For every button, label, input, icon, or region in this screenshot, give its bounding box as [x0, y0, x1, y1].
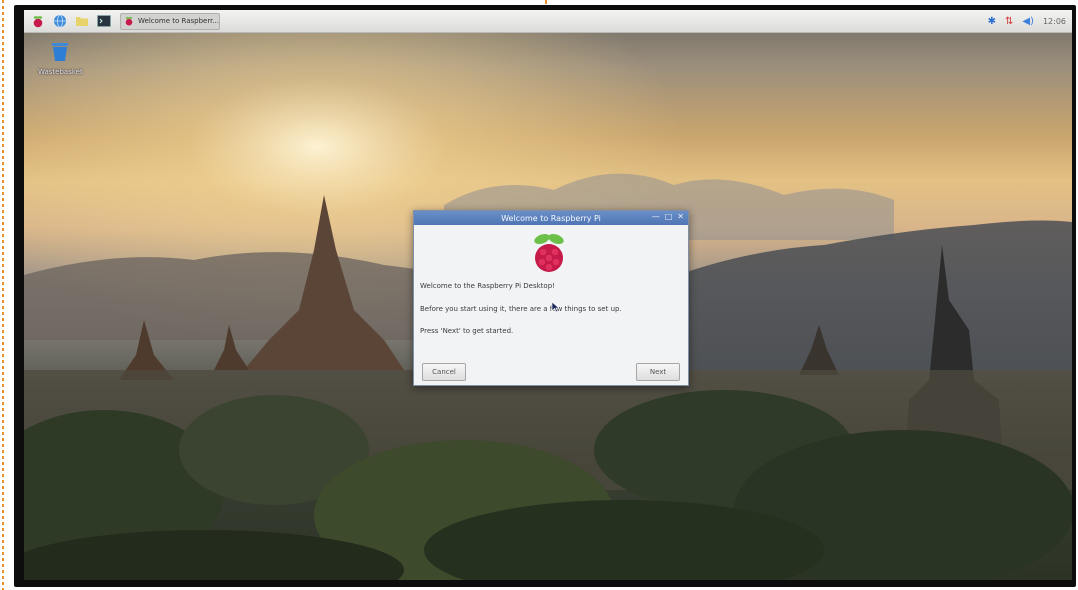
close-icon[interactable]: ✕: [677, 212, 684, 221]
network-icon[interactable]: ⇅: [1005, 16, 1013, 27]
raspberry-menu-icon[interactable]: [30, 13, 46, 29]
web-browser-icon[interactable]: [52, 13, 68, 29]
bluetooth-icon[interactable]: ✱: [988, 16, 996, 27]
frame-guide-top: [545, 0, 547, 4]
raspberry-pi-logo-icon: [534, 233, 564, 272]
clock[interactable]: 12:06: [1043, 17, 1066, 26]
taskbar-task-welcome[interactable]: Welcome to Raspberr...: [120, 12, 220, 30]
next-button[interactable]: Next: [636, 363, 680, 381]
volume-icon[interactable]: ◀): [1022, 16, 1034, 27]
cancel-button[interactable]: Cancel: [422, 363, 466, 381]
frame-guide-left: [2, 0, 4, 590]
desktop-screen: Welcome to Raspberr... ✱ ⇅ ◀) 12:06 Wast…: [24, 10, 1072, 580]
desktop-icon-label: Wastebasket: [38, 68, 83, 76]
raspberry-logo-icon: [125, 16, 133, 26]
setup-intro-line: Before you start using it, there are a f…: [420, 305, 622, 313]
welcome-dialog: Welcome to Raspberry Pi — □ ✕ Welcome to…: [413, 210, 689, 386]
file-manager-icon[interactable]: [74, 13, 90, 29]
welcome-line: Welcome to the Raspberry Pi Desktop!: [420, 282, 555, 290]
maximize-icon[interactable]: □: [665, 212, 673, 221]
wastebasket-icon: [52, 43, 68, 61]
dialog-titlebar[interactable]: Welcome to Raspberry Pi — □ ✕: [414, 211, 688, 225]
mouse-cursor-icon: [551, 301, 560, 313]
minimize-icon[interactable]: —: [652, 212, 660, 221]
taskbar: Welcome to Raspberr... ✱ ⇅ ◀) 12:06: [24, 10, 1072, 33]
taskbar-task-label: Welcome to Raspberr...: [138, 17, 220, 25]
desktop-icon-wastebasket[interactable]: Wastebasket: [38, 40, 83, 76]
system-tray: ✱ ⇅ ◀) 12:06: [988, 10, 1066, 32]
terminal-icon[interactable]: [96, 13, 112, 29]
instruction-line: Press 'Next' to get started.: [420, 327, 514, 335]
dialog-title: Welcome to Raspberry Pi: [501, 213, 601, 223]
